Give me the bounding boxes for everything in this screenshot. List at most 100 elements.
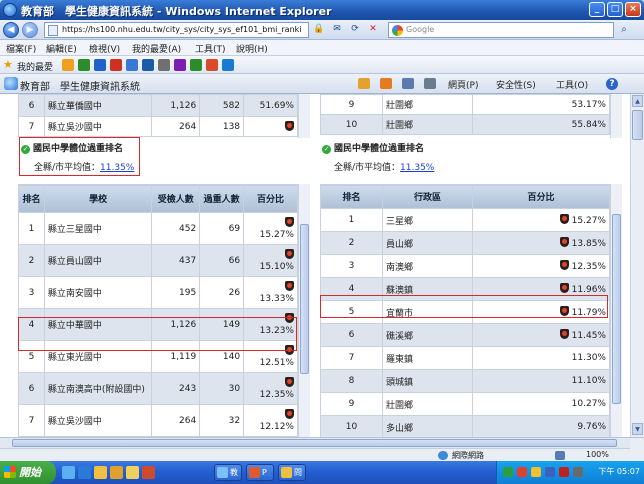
search-icon[interactable]: ⌕ [617,23,631,36]
pct-cell: 11.10% [472,369,610,393]
average-link[interactable]: 11.35% [100,163,134,173]
minimize-button[interactable]: _ [589,2,605,17]
forward-icon[interactable]: ▶ [22,22,38,38]
rank-badge-icon [285,248,294,259]
menu-favorites[interactable]: 我的最愛(A) [132,42,181,55]
favorite-link-icon[interactable] [126,59,138,71]
maximize-button[interactable]: □ [607,2,623,17]
over-cell: 582 [199,94,245,117]
pct-value: 12.35% [571,262,606,272]
scroll-up-icon[interactable]: ▲ [632,95,643,107]
favorite-link-icon[interactable] [206,59,218,71]
tray-icon[interactable] [517,467,527,477]
favorite-link-icon[interactable] [78,59,90,71]
help-icon[interactable]: ? [606,78,618,90]
menu-tools[interactable]: 工具(T) [195,42,226,55]
mail-icon[interactable] [402,78,414,89]
refresh-icon[interactable]: ⟳ [348,23,362,36]
horizontal-scrollbar[interactable] [0,438,630,449]
quicklaunch-icon[interactable] [142,466,155,479]
school-cell: 縣立南澳高中(附設國中) [43,372,153,405]
tray-icon[interactable] [559,467,569,477]
tray-icon[interactable] [545,467,555,477]
tray-icon[interactable] [531,467,541,477]
quicklaunch-icon[interactable] [62,466,75,479]
rank-cell: 3 [320,254,383,278]
right-table-scrollbar[interactable] [610,184,622,437]
quicklaunch-icon[interactable] [78,466,91,479]
left-top-scrollbar[interactable] [298,94,310,138]
taskbar-app-ie[interactable]: 教 [214,464,242,481]
taskbar-app-other[interactable]: 問 [278,464,306,481]
favorites-bar: ★ 我的最愛 [0,56,644,74]
school-cell: 縣立吳沙國中 [43,404,153,437]
menu-edit[interactable]: 編輯(E) [46,42,77,55]
pct-value: 15.10% [259,261,294,272]
page-scrollbar[interactable]: ▲ ▼ [630,94,644,437]
favorite-link-icon[interactable] [62,59,74,71]
zoom-level[interactable]: 100% [586,450,609,459]
district-cell: 南澳鄉 [382,254,473,278]
right-panel-title-text: 國民中學體位過重排名 [334,144,425,154]
feeds-icon[interactable] [380,78,392,89]
left-table-scrollbar[interactable] [298,184,310,437]
over-cell: 66 [199,244,245,277]
scroll-thumb[interactable] [300,224,309,374]
highlight-row-box [18,317,297,351]
scroll-thumb[interactable] [12,439,617,447]
menu-help[interactable]: 說明(H) [236,42,268,55]
clock[interactable]: 下午 05:07 [598,466,640,477]
scroll-thumb[interactable] [612,214,621,404]
system-tray: 下午 05:07 [496,461,644,484]
volume-icon[interactable] [573,467,583,477]
favorite-link-icon[interactable] [94,59,106,71]
url-input[interactable]: https://hs100.nhu.edu.tw/city_sys/city_s… [44,22,309,38]
rank-badge-icon [285,408,294,419]
col-header-rank: 排名 [18,184,45,213]
favorite-link-icon[interactable] [190,59,202,71]
home-icon[interactable] [358,78,370,89]
close-button[interactable]: × [625,2,641,17]
tab-current[interactable]: 教育部 學生健康資訊系統 [20,78,140,93]
tray-icon[interactable] [503,467,513,477]
favorite-link-icon[interactable] [174,59,186,71]
favorites-label[interactable]: 我的最愛 [17,60,53,73]
quicklaunch-icon[interactable] [94,466,107,479]
table-row: 10 壯圍鄉 55.84% [320,114,610,135]
rank-cell: 2 [320,231,383,255]
search-input[interactable]: Google [388,22,614,38]
safety-menu[interactable]: 安全性(S) [496,78,536,91]
print-icon[interactable] [424,78,436,89]
pct-cell: 15.10% [243,244,298,277]
right-average: 全縣/市平均值：11.35% [334,160,434,173]
certificate-icon[interactable]: ✉ [330,23,344,36]
stop-icon[interactable]: ✕ [366,23,380,36]
favorite-link-icon[interactable] [142,59,154,71]
pct-value: 12.35% [259,389,294,400]
col-header-pct: 百分比 [243,184,298,213]
back-icon[interactable]: ◀ [3,22,19,38]
average-link[interactable]: 11.35% [400,163,434,173]
scroll-thumb[interactable] [632,110,643,140]
right-top-scrollbar[interactable] [610,94,622,138]
scroll-down-icon[interactable]: ▼ [632,423,643,435]
count-cell: 437 [151,244,201,277]
start-button[interactable]: 開始 [0,461,56,484]
tools-menu[interactable]: 工具(O) [556,78,588,91]
quicklaunch-icon[interactable] [126,466,139,479]
right-remnant-table: 9 壯圍鄉 53.17% 10 壯圍鄉 55.84% [320,94,610,135]
rank-badge-icon [559,283,569,293]
count-cell: 264 [151,116,201,137]
favorite-link-icon[interactable] [110,59,122,71]
quicklaunch-icon[interactable] [110,466,123,479]
lock-icon[interactable]: 🔒 [312,23,326,36]
menu-view[interactable]: 檢視(V) [89,42,120,55]
favorites-star-icon[interactable]: ★ [3,59,15,71]
page-menu[interactable]: 網頁(P) [448,78,478,91]
district-cell: 壯圍鄉 [382,392,473,416]
menu-file[interactable]: 檔案(F) [6,42,36,55]
favorite-link-icon[interactable] [158,59,170,71]
taskbar-app-powerpoint[interactable]: P [246,464,274,481]
favorite-link-icon[interactable] [222,59,234,71]
rank-cell: 2 [18,244,45,277]
